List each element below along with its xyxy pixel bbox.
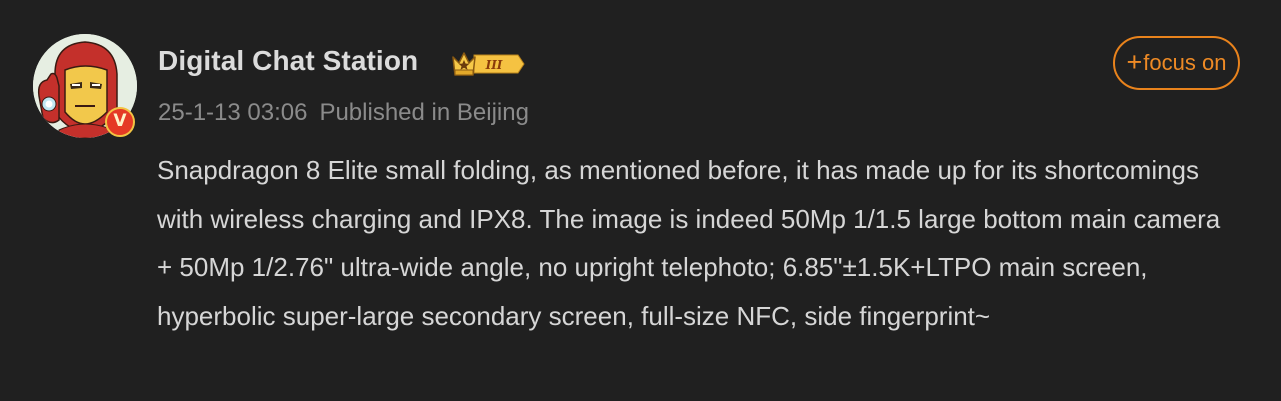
post-meta: 25-1-13 03:06 Published in Beijing (158, 99, 529, 127)
weibo-post: V Digital Chat Station III 25-1-13 03:06… (0, 0, 1281, 401)
verified-v-badge-icon: V (105, 107, 135, 137)
post-body: Snapdragon 8 Elite small folding, as men… (157, 155, 1221, 331)
follow-button[interactable]: + focus on (1113, 36, 1240, 90)
post-timestamp: 25-1-13 03:06 (158, 99, 308, 126)
post-location: Published in Beijing (319, 99, 529, 126)
plus-icon: + (1126, 46, 1143, 77)
rank-level-text: III (485, 58, 503, 72)
crown-rank-badge-icon[interactable]: III (450, 48, 526, 80)
author-name[interactable]: Digital Chat Station (158, 45, 418, 77)
follow-button-label: focus on (1143, 50, 1227, 75)
author-avatar[interactable]: V (33, 34, 137, 138)
